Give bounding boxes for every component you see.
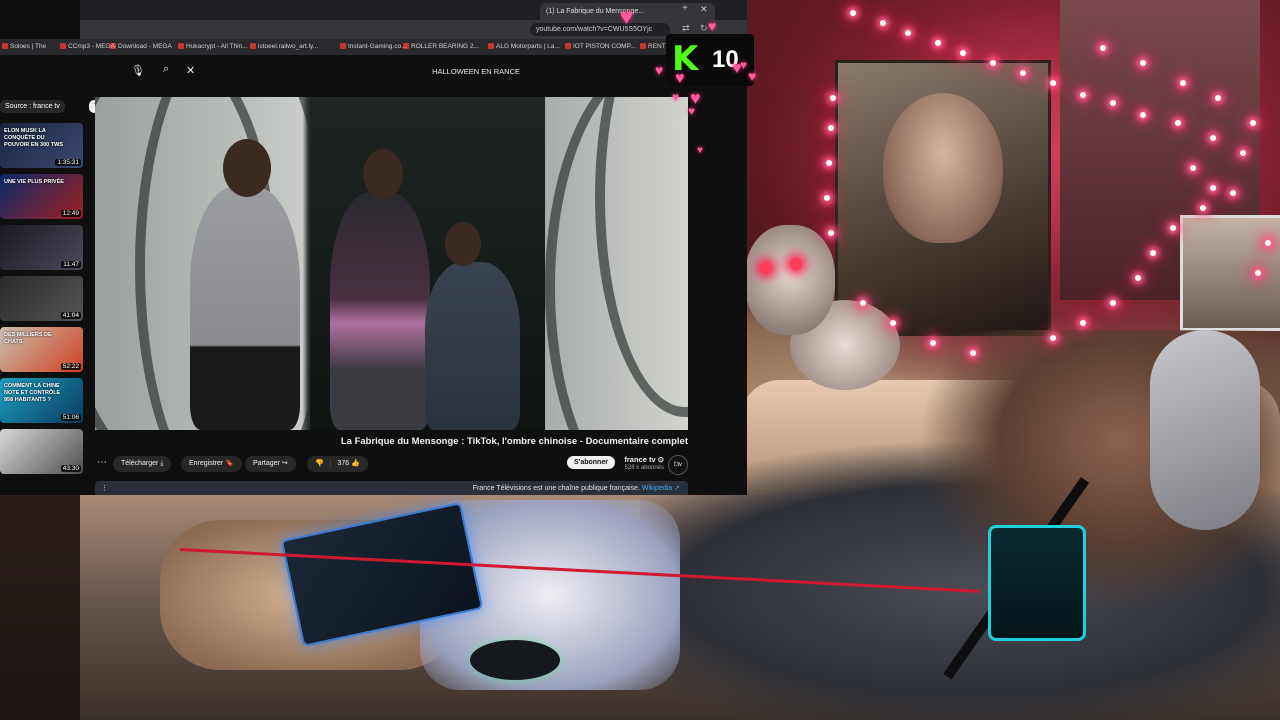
save-button[interactable]: Enregistrer 🔖	[181, 456, 242, 472]
download-button[interactable]: Télécharger ⤓	[113, 456, 172, 472]
description-box[interactable]: ⋮ France Télévisions est une chaîne publ…	[95, 481, 688, 495]
video-duration: 12:49	[60, 210, 81, 217]
bookmark-item[interactable]: Hukacrypt - All Thin...	[178, 43, 248, 50]
video-duration: 43:30	[60, 465, 81, 472]
heart-icon: ♥	[740, 58, 748, 72]
plush-toy-head	[745, 225, 835, 335]
channel-name[interactable]: france tv ⊙	[624, 455, 664, 464]
streamer-hood	[1150, 330, 1260, 530]
like-count: 376	[337, 460, 350, 467]
heart-icon: ♥	[697, 145, 703, 156]
browser-window: (1) La Fabrique du Mensonge... ✕ + ⌄ ⇄ ↻…	[0, 0, 747, 495]
related-video-thumbnail[interactable]: COMMENT LA CHINE NOTE ET CONTRÔLE 958 HA…	[0, 378, 83, 423]
heart-icon: ♥	[620, 4, 634, 29]
download-label: Télécharger	[121, 460, 159, 467]
close-icon[interactable]: ✕	[700, 4, 708, 15]
reload-icon[interactable]: ↻	[700, 23, 708, 34]
heart-icon: ♥	[688, 104, 696, 118]
bookmark-item[interactable]: Soloes | The	[2, 43, 46, 50]
subscribe-button[interactable]: S'abonner	[567, 456, 615, 469]
share-button[interactable]: Partager ↪	[245, 456, 296, 472]
new-tab-icon[interactable]: +	[682, 3, 688, 14]
bookmark-icon: 🔖	[225, 460, 234, 467]
framed-photo	[1180, 215, 1280, 331]
bookmark-item[interactable]: RENTL	[640, 43, 669, 50]
search-icon[interactable]: ⌕	[163, 63, 169, 76]
tab-strip: (1) La Fabrique du Mensonge... ✕ + ⌄	[80, 0, 747, 20]
wikipedia-link[interactable]: Wikipedia ↗	[642, 485, 680, 492]
video-duration: 51:06	[60, 414, 81, 421]
like-dislike-button[interactable]: 👎 | 376 👍	[307, 456, 368, 472]
video-duration: 52:22	[60, 363, 81, 370]
bookmark-item[interactable]: CCmp3 - MEGA	[60, 43, 115, 50]
person-head	[445, 222, 481, 266]
video-actions-row: f.tv france tv ⊙ 528 k abonnés S'abonner…	[95, 454, 688, 475]
bookmark-item[interactable]: Instant-Gaming.co...	[340, 43, 407, 50]
video-player[interactable]	[95, 97, 688, 430]
more-options-icon[interactable]: ⋯	[97, 457, 107, 468]
video-duration: 41:04	[60, 312, 81, 319]
microphone-icon[interactable]: 🎙	[131, 64, 145, 77]
tune-icon[interactable]: ⇄	[682, 23, 690, 34]
channel-subscribers: 528 k abonnés	[624, 465, 664, 471]
bookmarks-bar: RENTL IOT PISTON COMP... ALG Motorparts | …	[0, 39, 747, 55]
wall-portrait	[835, 60, 1051, 336]
related-video-thumbnail[interactable]: ELON MUSK LA CONQUÊTE DU POUVOIR EN 300 …	[0, 123, 83, 168]
thumbnail-caption: UNE VIE PLUS PRIVÉE	[4, 179, 64, 185]
heart-icon: ♥	[655, 62, 664, 78]
person-adult	[190, 187, 300, 430]
related-video-thumbnail[interactable]: DES MILLIERS DE CHATS 52:22	[0, 327, 83, 372]
like-icon[interactable]: 👍	[351, 460, 360, 467]
heart-icon: ♥	[748, 68, 757, 84]
person-child	[425, 262, 520, 430]
related-video-thumbnail[interactable]: 11:47	[0, 225, 83, 270]
thumbnail-caption: ELON MUSK LA CONQUÊTE DU POUVOIR EN 300 …	[4, 128, 63, 148]
more-icon[interactable]: ⋮	[101, 481, 108, 495]
channel-avatar[interactable]: f.tv	[668, 455, 688, 475]
thumbnail-caption: COMMENT LA CHINE NOTE ET CONTRÔLE 958 HA…	[4, 383, 61, 403]
bookmark-item[interactable]: IOT PISTON COMP...	[565, 43, 636, 50]
heart-icon: ♥	[672, 90, 680, 104]
person-head	[363, 149, 403, 199]
video-duration: 1:35:31	[55, 159, 81, 166]
share-label: Partager	[253, 460, 280, 467]
dislike-icon[interactable]: 👎	[315, 460, 324, 467]
search-input[interactable]: HALLOWEEN EN RANCE	[280, 63, 530, 80]
url-field[interactable]: youtube.com/watch?v=CWU5S5OYjc	[530, 23, 670, 36]
person-teen	[330, 192, 430, 430]
video-title: La Fabrique du Mensonge : TikTok, l'ombr…	[340, 436, 688, 447]
bookmark-item[interactable]: ALG Motorparts | La...	[488, 43, 560, 50]
youtube-header: 🎙 ⌕ ✕ HALLOWEEN EN RANCE	[80, 55, 747, 87]
gaming-mouse	[470, 640, 560, 680]
download-icon: ⤓	[160, 460, 164, 467]
description-text: France Télévisions est une chaîne publiq…	[472, 485, 640, 492]
thumbnail-caption: DES MILLIERS DE CHATS	[4, 332, 52, 345]
share-icon: ↪	[281, 460, 288, 467]
clear-search-icon[interactable]: ✕	[186, 64, 195, 77]
related-video-thumbnail[interactable]: 43:30	[0, 429, 83, 474]
related-video-thumbnail[interactable]: UNE VIE PLUS PRIVÉE 12:49	[0, 174, 83, 219]
toy-glowing-eye	[760, 262, 772, 274]
address-bar: ⇄ ↻ youtube.com/watch?v=CWU5S5OYjc	[80, 20, 747, 39]
related-videos-list: ELON MUSK LA CONQUÊTE DU POUVOIR EN 300 …	[0, 123, 85, 480]
bookmark-item[interactable]: ROLLER BEARING 2...	[403, 43, 479, 50]
bookmark-item[interactable]: istoeel.railwo_art.ly...	[250, 43, 318, 50]
chip-source-france-tv[interactable]: Source : france tv	[0, 100, 65, 113]
person-head	[223, 139, 271, 197]
toy-glowing-eye	[790, 258, 802, 270]
related-video-thumbnail[interactable]: 41:04	[0, 276, 83, 321]
save-label: Enregistrer	[189, 460, 224, 467]
heart-icon: ♥	[708, 18, 717, 34]
heart-icon: ♥	[675, 70, 685, 87]
phone-on-stand	[988, 525, 1086, 641]
bookmark-item[interactable]: Download - MEGA	[110, 43, 172, 50]
video-duration: 11:47	[61, 261, 81, 268]
